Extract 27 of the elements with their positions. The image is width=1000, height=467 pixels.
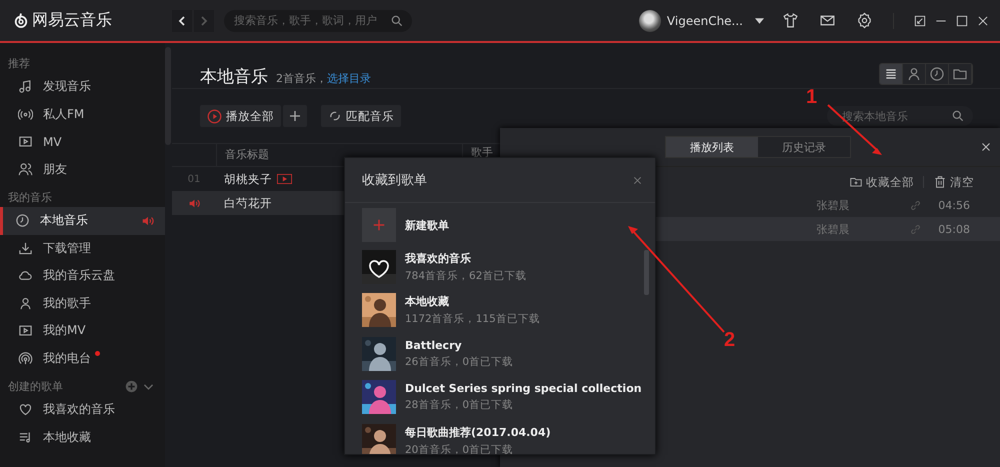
- row-number: 01: [188, 174, 200, 184]
- playlist-name: Battlecry: [405, 338, 463, 352]
- playlist-info: 26首音乐，0首已下载: [405, 354, 514, 369]
- playlist-info: 784首音乐，62首已下载: [405, 268, 526, 283]
- artist-name: 张碧晨: [816, 222, 850, 236]
- duration: 04:56: [938, 198, 970, 212]
- section-title: 创建的歌单: [8, 378, 64, 394]
- playlist-info: 20首音乐，0首已下载: [405, 442, 514, 454]
- artist-name: 张碧晨: [816, 198, 850, 212]
- new-playlist-label: 新建歌单: [405, 218, 449, 232]
- section-title: 我的音乐: [8, 190, 53, 204]
- song-title: 胡桃夹子: [223, 172, 272, 186]
- song-count: 2首音乐，: [276, 71, 327, 86]
- playlist-name: 每日歌曲推荐(2017.04.04): [405, 424, 551, 440]
- dialog-title: 收藏到歌单: [362, 172, 428, 189]
- section-title: 推荐: [8, 56, 31, 70]
- page-title: 本地音乐: [200, 66, 268, 88]
- annotation-number: 2: [724, 329, 736, 352]
- playlist-name: Dulcet Series spring special collection: [405, 382, 642, 396]
- playlist-name: 我喜欢的音乐: [405, 250, 472, 266]
- playlist-info: 28首音乐，0首已下载: [405, 398, 514, 412]
- app-logo: 网易云音乐: [12, 10, 162, 31]
- playlist-name: 本地收藏: [405, 294, 450, 310]
- song-title: 白芍花开: [223, 196, 272, 210]
- annotation-number: 1: [806, 86, 818, 109]
- playlist-info: 1172首音乐，115首已下载: [405, 312, 540, 326]
- duration: 05:08: [938, 222, 970, 236]
